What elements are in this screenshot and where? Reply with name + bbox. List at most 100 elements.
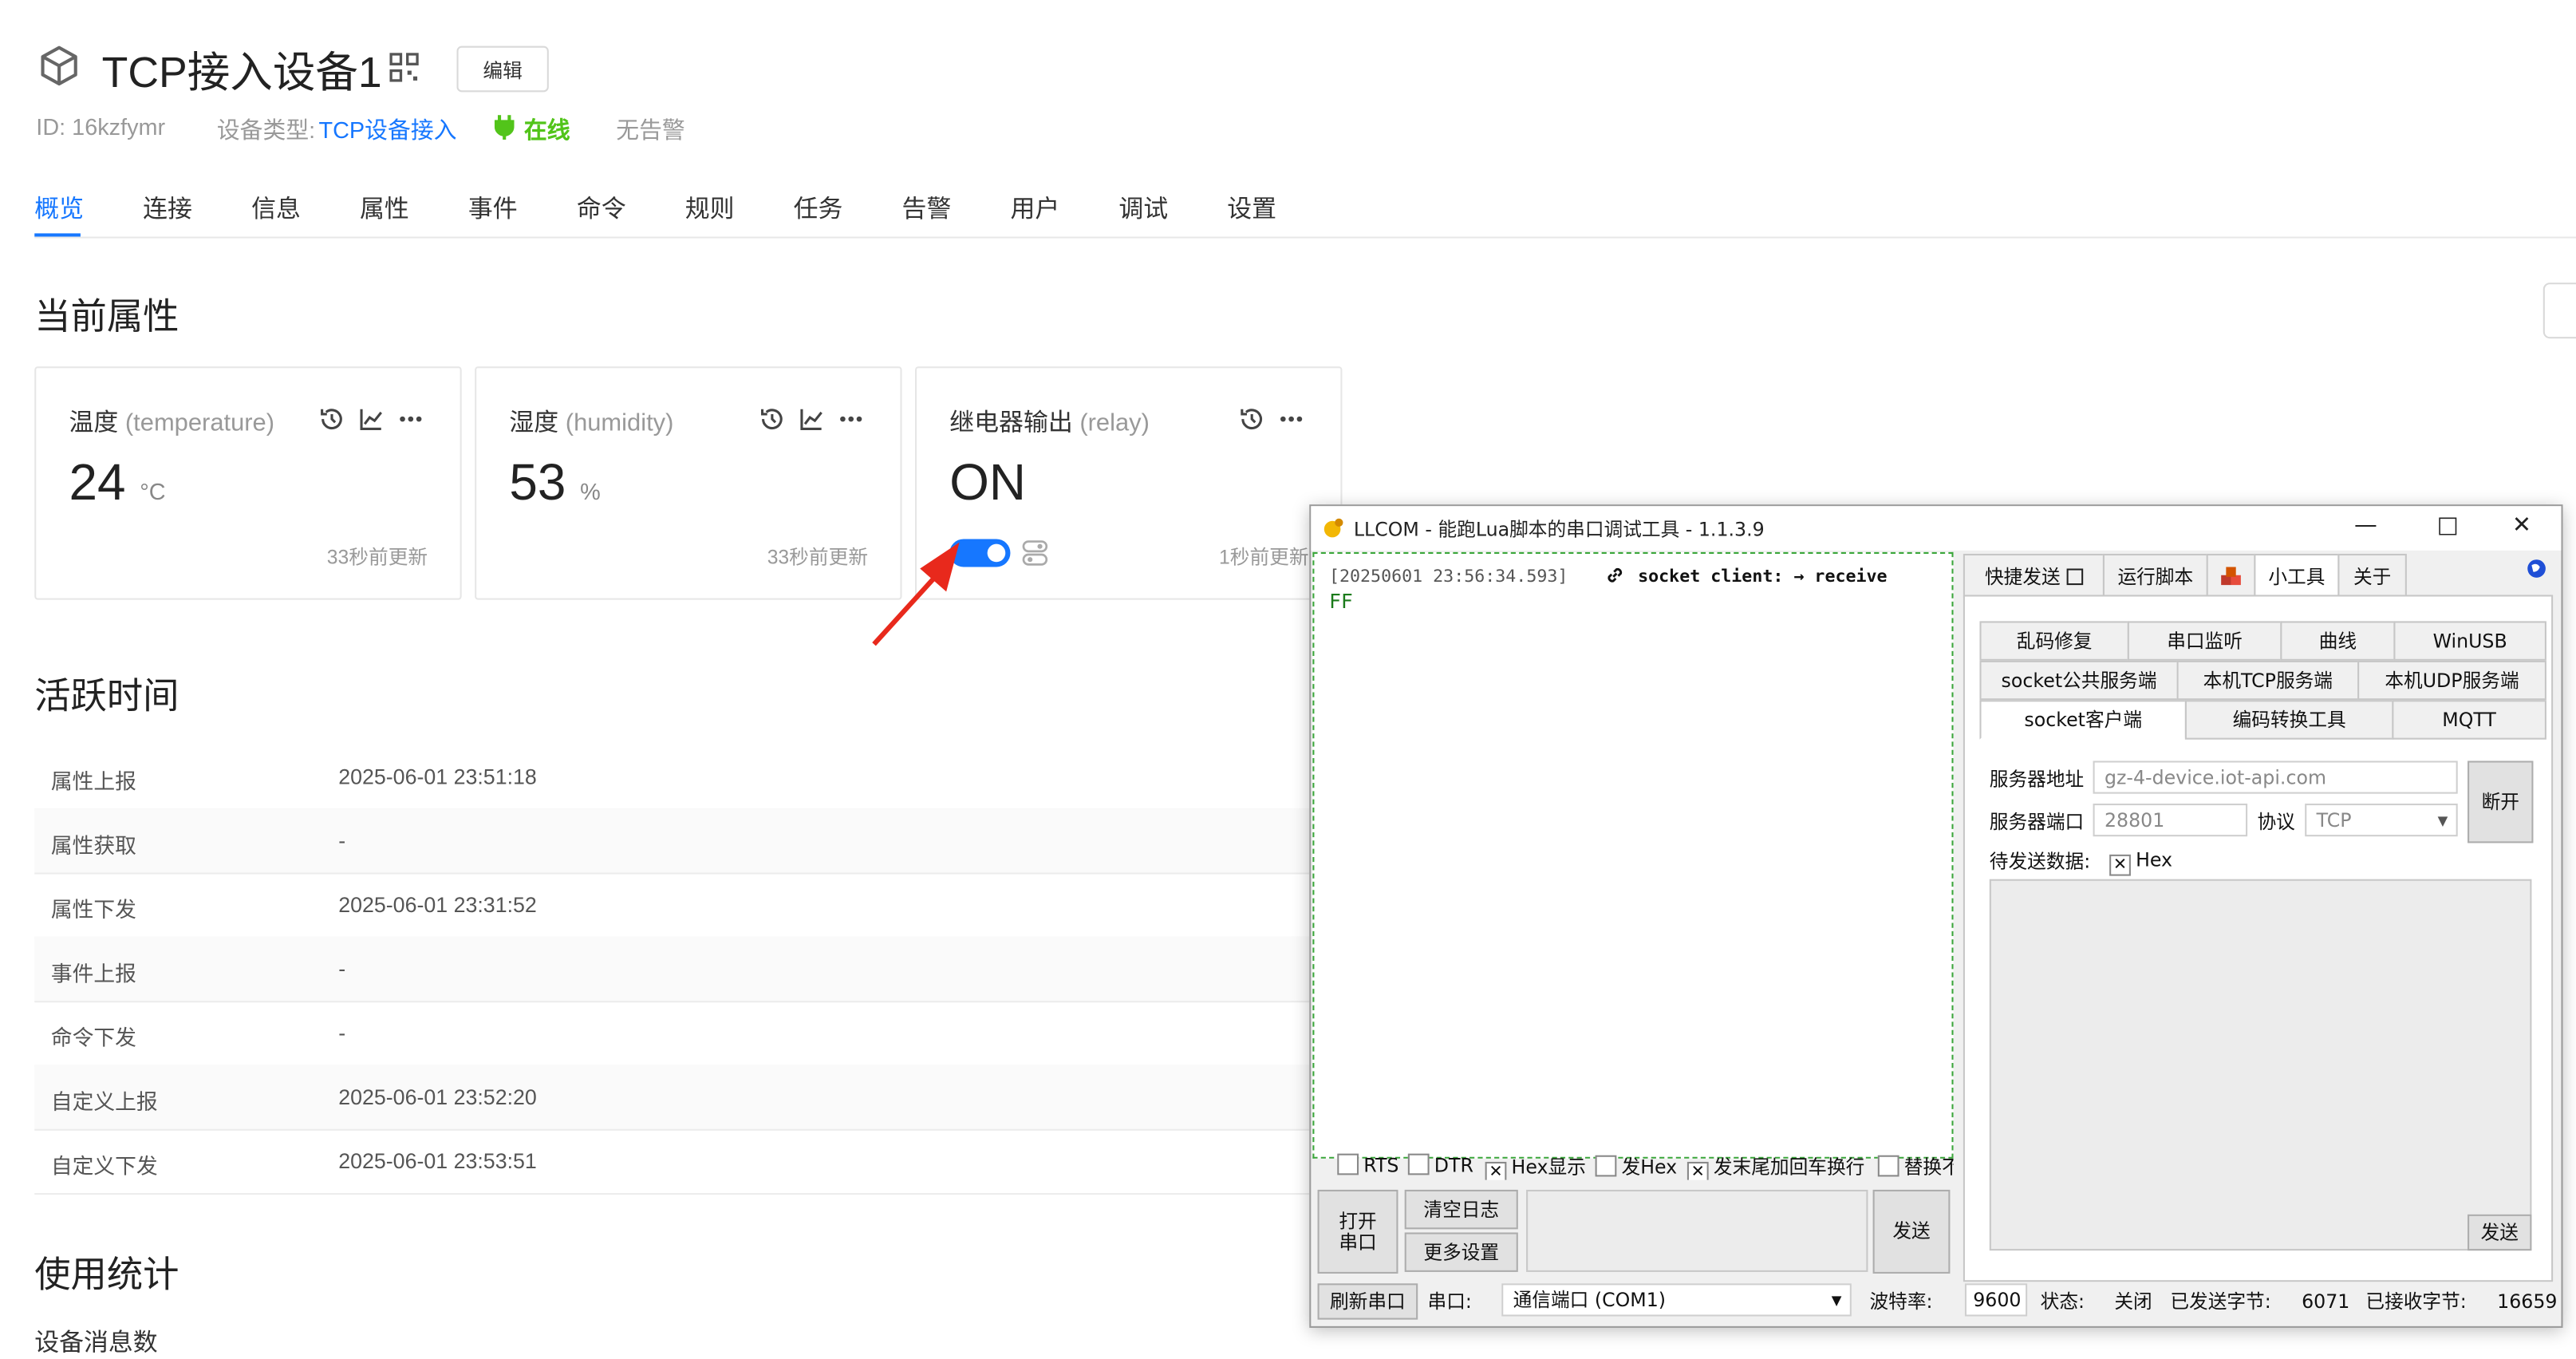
llcom-titlebar[interactable]: LLCOM - 能跑Lua脚本的串口调试工具 - 1.1.3.9 — □ ✕ [1311, 506, 2562, 551]
property-card-relay: 继电器输出 (relay) ON 1秒前更新 [915, 366, 1343, 600]
more-settings-button[interactable]: 更多设置 [1404, 1232, 1518, 1272]
more-icon[interactable] [1278, 406, 1304, 433]
port-label: 串口: [1427, 1290, 1472, 1314]
replace-checkbox[interactable]: 替换不 [1877, 1154, 1954, 1180]
server-port-input[interactable]: 28801 [2093, 803, 2248, 837]
tab-tools[interactable]: 小工具 [2254, 553, 2340, 599]
edit-button[interactable]: 编辑 [456, 45, 549, 93]
sent-bytes-value: 6071 [2302, 1290, 2350, 1314]
activity-row: 属性下发 2025-06-01 23:31:52 [34, 872, 1333, 938]
tab-alarms[interactable]: 告警 [902, 191, 952, 225]
side-button[interactable] [2542, 282, 2576, 339]
tab-info[interactable]: 信息 [251, 191, 301, 225]
tab-divider [34, 236, 2576, 239]
more-icon[interactable] [397, 406, 424, 433]
log-area[interactable]: [20250601 23:56:34.593] socket client: →… [1312, 551, 1954, 1159]
plug-icon [494, 115, 515, 140]
tool-garbled-fix[interactable]: 乱码修复 [1979, 621, 2129, 661]
tab-events[interactable]: 事件 [468, 191, 518, 225]
history-icon[interactable] [759, 406, 785, 433]
tool-socket-client[interactable]: socket客户端 [1979, 700, 2187, 740]
card-updated: 33秒前更新 [326, 545, 428, 569]
server-address-label: 服务器地址 [1989, 767, 2085, 791]
send-hex-checkbox[interactable]: 发Hex [1595, 1154, 1677, 1180]
popout-icon [2066, 567, 2083, 585]
switch-settings-icon[interactable] [1022, 539, 1048, 567]
close-icon[interactable]: ✕ [2505, 513, 2538, 543]
baud-input[interactable]: 9600 [1964, 1283, 2028, 1317]
maximize-icon[interactable]: □ [2432, 513, 2464, 543]
property-card-humidity: 湿度 (humidity) 53 % 33秒前更新 [475, 366, 902, 600]
activity-row: 属性上报 2025-06-01 23:51:18 [34, 745, 1333, 811]
clear-log-button[interactable]: 清空日志 [1404, 1189, 1518, 1230]
device-type-link[interactable]: TCP设备接入 [319, 113, 457, 146]
tool-port-monitor[interactable]: 串口监听 [2127, 621, 2282, 661]
pending-data-input[interactable] [1989, 879, 2532, 1251]
hex-checkbox[interactable]: ✕ Hex [2109, 848, 2172, 876]
tab-connection[interactable]: 连接 [143, 191, 192, 225]
send-input[interactable] [1526, 1189, 1868, 1272]
tab-run-script[interactable]: 运行脚本 [2102, 553, 2208, 599]
tool-mqtt[interactable]: MQTT [2392, 700, 2546, 740]
tool-udp-server[interactable]: 本机UDP服务端 [2357, 660, 2546, 701]
activity-row: 自定义上报 2025-06-01 23:52:20 [34, 1065, 1333, 1131]
server-address-input[interactable]: gz-4-device.iot-api.com [2093, 760, 2458, 794]
sent-bytes-label: 已发送字节: [2170, 1290, 2271, 1314]
tab-quick-send[interactable]: 快捷发送 [1963, 553, 2105, 599]
open-port-button[interactable]: 打开 串口 [1317, 1189, 1398, 1274]
qrcode-icon[interactable] [389, 53, 419, 82]
send-button-right[interactable]: 发送 [2468, 1214, 2532, 1251]
tool-encoding[interactable]: 编码转换工具 [2184, 700, 2394, 740]
more-icon[interactable] [838, 406, 864, 433]
state-value: 关闭 [2114, 1290, 2152, 1314]
status-online: 在线 [523, 117, 570, 144]
activity-row: 命令下发 - [34, 1001, 1333, 1067]
tab-settings[interactable]: 设置 [1227, 191, 1276, 225]
device-cube-icon [41, 45, 77, 86]
globe-icon[interactable] [2527, 559, 2546, 579]
activity-row: 属性获取 - [34, 808, 1333, 875]
hex-show-checkbox[interactable]: ✕ Hex显示 [1485, 1154, 1586, 1180]
tab-debug[interactable]: 调试 [1118, 191, 1168, 225]
dtr-checkbox[interactable]: DTR [1407, 1153, 1473, 1176]
baud-label: 波特率: [1869, 1290, 1933, 1314]
crlf-checkbox[interactable]: ✕ 发末尾加回车换行 [1686, 1154, 1864, 1180]
history-icon[interactable] [319, 406, 345, 433]
port-select[interactable]: 通信端口 (COM1) ▼ [1501, 1283, 1852, 1317]
tab-users[interactable]: 用户 [1010, 191, 1059, 225]
card-actions [319, 406, 424, 433]
minimize-icon[interactable]: — [2349, 513, 2382, 543]
tab-overview[interactable]: 概览 [34, 191, 84, 225]
protocol-label: 协议 [2257, 810, 2295, 834]
chevron-down-icon: ▼ [2437, 812, 2448, 828]
tab-lua-icon[interactable] [2206, 553, 2256, 599]
history-icon[interactable] [1239, 406, 1265, 433]
disconnect-button[interactable]: 断开 [2468, 760, 2534, 843]
tab-about[interactable]: 关于 [2337, 553, 2407, 599]
server-port-label: 服务器端口 [1989, 810, 2085, 834]
tool-tcp-server[interactable]: 本机TCP服务端 [2176, 660, 2360, 701]
tool-winusb[interactable]: WinUSB [2393, 621, 2546, 661]
card-actions [759, 406, 864, 433]
send-button-left[interactable]: 发送 [1872, 1189, 1951, 1274]
tools-panel: 乱码修复 串口监听 曲线 WinUSB socket公共服务端 本机TCP服务端… [1963, 595, 2554, 1282]
tab-properties[interactable]: 属性 [360, 191, 409, 225]
protocol-select[interactable]: TCP ▼ [2305, 803, 2458, 837]
chart-icon[interactable] [799, 406, 825, 433]
llcom-window: LLCOM - 能跑Lua脚本的串口调试工具 - 1.1.3.9 — □ ✕ [… [1309, 504, 2563, 1328]
tool-socket-server[interactable]: socket公共服务端 [1979, 660, 2179, 701]
recv-bytes-label: 已接收字节: [2365, 1290, 2467, 1314]
chart-icon[interactable] [358, 406, 385, 433]
link-icon [1608, 567, 1623, 583]
rts-checkbox[interactable]: RTS [1337, 1153, 1398, 1176]
tab-tasks[interactable]: 任务 [794, 191, 843, 225]
refresh-port-button[interactable]: 刷新串口 [1317, 1283, 1418, 1320]
property-card-temperature: 温度 (temperature) 24 °C 33秒前更新 [34, 366, 462, 600]
log-message: socket client: → receive [1638, 567, 1888, 587]
status-bar: 刷新串口 串口: 通信端口 (COM1) ▼ 波特率: 9600 状态: 关闭 已… [1311, 1282, 2561, 1321]
annotation-arrow-icon [872, 542, 960, 646]
tool-curve[interactable]: 曲线 [2280, 621, 2396, 661]
tab-commands[interactable]: 命令 [577, 191, 626, 225]
tab-rules[interactable]: 规则 [685, 191, 735, 225]
activity-row: 自定义下发 2025-06-01 23:53:51 [34, 1129, 1333, 1195]
